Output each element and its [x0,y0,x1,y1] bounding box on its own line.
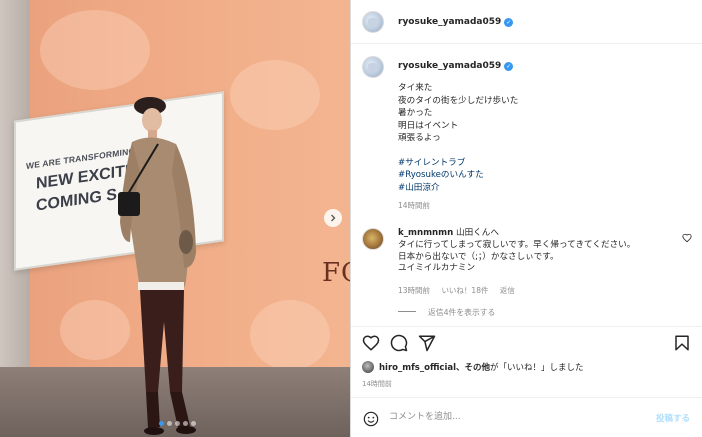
hashtag-link[interactable]: #山田涼介 [398,182,484,194]
carousel-dot[interactable] [167,421,172,426]
comment-likes-count[interactable]: いいね！18件 [441,286,488,295]
caption-line: 夜のタイの街を少しだけ歩いた [398,95,519,106]
post-side-panel: ryosuke_yamada059 ✓ ryosuke_yamada059 ✓ タイ… [351,0,702,437]
hashtag-list: #サイレントラブ #Ryosukeのいんすた #山田涼介 [398,157,484,194]
wall-pattern [40,10,150,90]
view-replies-label[interactable]: 返信4件を表示する [428,308,495,317]
likes-text: が「いいね！」しました [490,363,584,373]
carousel-dot[interactable] [183,421,188,426]
carousel-dot[interactable] [159,421,164,426]
caption-line: 暑かった [398,108,433,119]
likes-suffix[interactable]: 、その他 [456,363,490,373]
caption-username-text[interactable]: ryosuke_yamada059 [398,61,501,71]
person-figure [118,97,196,435]
carousel-dot[interactable] [191,421,196,426]
verified-badge-icon: ✓ [504,18,514,27]
wall-sign-text: FO [322,258,350,288]
liked-by: hiro_mfs_official、その他が「いいね！」しました [362,361,584,373]
post-header: ryosuke_yamada059 ✓ [351,0,702,44]
carousel-dot[interactable] [175,421,180,426]
liker-username[interactable]: hiro_mfs_official [379,363,456,373]
comment-username[interactable]: k_mnmnmn [398,228,453,238]
hashtag-link[interactable]: #Ryosukeのいんすた [398,169,484,181]
comment-avatar[interactable] [362,228,384,250]
like-heart-icon[interactable] [362,334,380,352]
carousel-dots [159,421,196,426]
comment-body: k_mnmnmn 山田くんへ タイに行ってしまって寂しいです。早く帰ってきてくだ… [398,228,635,275]
replies-divider [398,311,416,312]
comment-input[interactable] [389,406,639,428]
comment-line: ユイミイルカナミン [398,263,476,274]
comment-like-heart-icon[interactable] [682,233,692,243]
caption-text: タイ来た 夜のタイの街を少しだけ歩いた 暑かった 明日はイベント 頑張るよっ [398,82,518,145]
bookmark-icon[interactable] [673,334,691,352]
hashtag-link[interactable]: #サイレントラブ [398,157,484,169]
avatar[interactable] [362,11,384,33]
post-photo[interactable]: WE ARE TRANSFORMING THE NEW EXCITEM COMI… [0,0,351,437]
caption-avatar[interactable] [362,56,384,78]
caption-line: 明日はイベント [398,120,459,131]
caption-line: 頑張るよっ [398,133,441,144]
comment-timestamp[interactable]: 13時間前 [398,286,430,295]
caption-line: タイ来た [398,83,433,93]
share-paper-plane-icon[interactable] [418,334,436,352]
comment-reply-button[interactable]: 返信 [500,286,515,295]
view-replies-button[interactable]: 返信4件を表示する [398,307,495,318]
header-username-text[interactable]: ryosuke_yamada059 [398,17,501,27]
add-comment-bar: 投稿する [351,397,702,437]
caption-username[interactable]: ryosuke_yamada059 ✓ [398,61,514,71]
wall-pattern [230,60,320,130]
comment-meta: 13時間前 いいね！18件 返信 [398,285,515,296]
post-timestamp[interactable]: 14時間前 [362,379,392,389]
header-username[interactable]: ryosuke_yamada059 ✓ [398,17,514,27]
emoji-smiley-icon[interactable] [363,411,379,427]
wall-pattern [250,300,330,370]
comment-bubble-icon[interactable] [390,334,408,352]
carousel-next-button[interactable] [324,209,342,227]
post-comment-button[interactable]: 投稿する [656,412,690,424]
verified-badge-icon: ✓ [504,62,514,71]
liker-avatar[interactable] [362,361,374,373]
caption-timestamp[interactable]: 14時間前 [398,200,430,211]
chevron-right-icon [331,214,336,222]
comment-line: 日本から出ないで（;；）かなさしぃです。 [398,251,559,262]
comment-line: タイに行ってしまって寂しいです。早く帰ってきてください。 [398,239,636,250]
comment-line: 山田くんへ [455,228,499,238]
